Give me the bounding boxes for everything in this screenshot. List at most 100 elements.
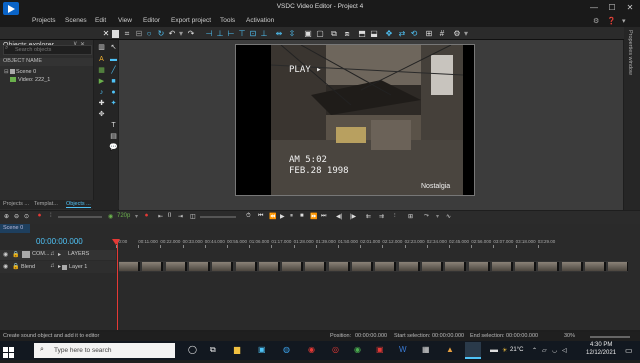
- mark-icon[interactable]: ⁞: [50, 213, 52, 219]
- word-icon[interactable]: W: [399, 345, 407, 354]
- video-tool-icon[interactable]: ▶: [97, 78, 106, 86]
- menu-export-project[interactable]: Export project: [171, 17, 211, 24]
- close-button[interactable]: ✕: [621, 0, 639, 16]
- windows-start-icon[interactable]: [3, 345, 14, 358]
- weather-temp[interactable]: 21°C: [510, 347, 523, 353]
- track-lock-icon[interactable]: 🔒: [12, 263, 19, 270]
- speed-slider[interactable]: [200, 216, 236, 218]
- distribute-v-icon[interactable]: ⇳: [288, 29, 296, 38]
- track-expand-icon[interactable]: ▸: [58, 263, 61, 270]
- menu-projects[interactable]: Projects: [32, 17, 55, 24]
- eye-icon[interactable]: ◉: [3, 251, 8, 258]
- forward-icon[interactable]: ⏩: [310, 213, 317, 220]
- track-audio-icon[interactable]: ♫: [50, 263, 55, 269]
- text-tool-icon[interactable]: A: [97, 56, 106, 64]
- distribute-h-icon[interactable]: ⇹: [275, 29, 283, 38]
- record-circle-icon[interactable]: ○: [145, 29, 153, 38]
- ruler-icon[interactable]: ⊟: [135, 29, 143, 38]
- image-tool-icon[interactable]: ▦: [97, 67, 106, 75]
- tree-item-scene[interactable]: Scene 0: [16, 69, 36, 75]
- split-icon[interactable]: ⫶: [394, 213, 396, 220]
- volume-icon[interactable]: ◁: [562, 347, 567, 354]
- task-view-icon[interactable]: ◯: [188, 345, 197, 354]
- edge-icon[interactable]: ◍: [283, 345, 290, 354]
- media-app-icon[interactable]: ▣: [376, 345, 384, 354]
- tab-projects[interactable]: Projects ...: [3, 201, 29, 207]
- ellipse-tool-icon[interactable]: ●: [109, 89, 118, 97]
- tray-chevron-icon[interactable]: ⌃: [532, 347, 537, 354]
- align-top-icon[interactable]: ⊤: [238, 29, 246, 38]
- layer-down-icon[interactable]: ⬓: [370, 29, 378, 38]
- align-right-icon[interactable]: ⊢: [227, 29, 235, 38]
- grid-icon[interactable]: #: [438, 29, 446, 38]
- rewind-icon[interactable]: ⏪: [269, 213, 276, 220]
- zoom-out-icon[interactable]: ⊖: [14, 213, 19, 220]
- options-dropdown-icon[interactable]: ▾: [462, 29, 470, 38]
- maximize-button[interactable]: ☐: [603, 0, 621, 16]
- app-dark-icon[interactable]: ▬: [490, 345, 498, 354]
- marker-prev-icon[interactable]: ⇇: [366, 213, 371, 220]
- record-tl-icon[interactable]: ⏺: [145, 213, 148, 220]
- tree-collapse-icon[interactable]: ⊟: [4, 69, 9, 75]
- object-name-column-header[interactable]: OBJECT NAME: [0, 58, 93, 66]
- file-explorer-icon[interactable]: ▆: [234, 345, 240, 354]
- menu-tools[interactable]: Tools: [220, 17, 235, 24]
- play-icon[interactable]: ▶: [280, 213, 285, 220]
- zoom-in-icon[interactable]: ⊕: [4, 213, 9, 220]
- quality-dropdown-icon[interactable]: ▾: [135, 213, 138, 220]
- powerpoint-icon[interactable]: ▲: [446, 345, 454, 354]
- marker-next-icon[interactable]: ⇉: [379, 213, 384, 220]
- crop-icon[interactable]: ⌗: [123, 29, 131, 38]
- undo-icon[interactable]: ↶: [168, 29, 176, 38]
- taskbar-search-input[interactable]: Type here to search: [34, 343, 175, 358]
- menu-activation[interactable]: Activation: [246, 17, 274, 24]
- tree-item-video[interactable]: Video: 222_1: [18, 77, 50, 83]
- snap-icon[interactable]: ⊞: [425, 29, 433, 38]
- track-eye-icon[interactable]: ◉: [3, 263, 8, 270]
- weather-icon[interactable]: ☀: [502, 347, 507, 354]
- rectangle-tool-icon[interactable]: ■: [109, 78, 118, 86]
- network-icon[interactable]: ▱: [542, 347, 547, 354]
- undo-dropdown-icon[interactable]: ▾: [177, 29, 185, 38]
- expand-icon[interactable]: ▸: [58, 251, 61, 258]
- stop-icon[interactable]: ⊙: [24, 213, 29, 220]
- clock-date[interactable]: 12/12/2021: [586, 350, 616, 356]
- new-file-icon[interactable]: [112, 30, 119, 38]
- chrome-icon[interactable]: ◉: [354, 345, 361, 354]
- close-tool-icon[interactable]: ✕: [102, 29, 110, 38]
- properties-window-tab[interactable]: Properties window: [627, 30, 633, 75]
- playhead[interactable]: [117, 240, 118, 330]
- layer-up-icon[interactable]: ⬒: [358, 29, 366, 38]
- align-left-icon[interactable]: ⊣: [205, 29, 213, 38]
- move-icon[interactable]: ✥: [385, 29, 393, 38]
- tab-objects[interactable]: Objects ...: [66, 201, 91, 208]
- volume-slider[interactable]: [58, 216, 102, 218]
- frame-forward-icon[interactable]: |▶: [350, 213, 356, 220]
- preview-mode-icon[interactable]: ◉: [108, 213, 113, 220]
- zoom-slider[interactable]: [590, 336, 630, 338]
- loop-icon[interactable]: ◫: [190, 213, 196, 220]
- align-bottom-icon[interactable]: ⊥: [260, 29, 268, 38]
- bring-front-icon[interactable]: ▣: [304, 29, 312, 38]
- settings-icon[interactable]: ⚙: [593, 17, 599, 25]
- line-tool-icon[interactable]: ╱: [109, 67, 118, 75]
- menu-editor[interactable]: Editor: [143, 17, 160, 24]
- align-center-icon[interactable]: ⊥: [216, 29, 224, 38]
- chart-tool-icon[interactable]: ▥: [97, 44, 106, 52]
- effects-tool-icon[interactable]: ✚: [97, 100, 106, 108]
- menu-scenes[interactable]: Scenes: [65, 17, 87, 24]
- blend-mode-label[interactable]: Blend: [21, 264, 35, 270]
- flip-icon[interactable]: ⇄: [398, 29, 406, 38]
- speech-tool-icon[interactable]: 💬: [109, 144, 118, 152]
- ungroup-icon[interactable]: ⧈: [343, 29, 351, 38]
- send-back-icon[interactable]: ▢: [316, 29, 324, 38]
- record-icon[interactable]: ⏺: [38, 213, 41, 220]
- free-shape-tool-icon[interactable]: ✦: [109, 100, 118, 108]
- minimize-button[interactable]: —: [585, 0, 603, 16]
- vsdc-taskbar-icon[interactable]: [465, 342, 481, 359]
- app-red-icon[interactable]: ◉: [308, 345, 315, 354]
- menu-edit[interactable]: Edit: [95, 17, 106, 24]
- video-preview[interactable]: PLAY ▸ AM 5:02 FEB.28 1998 Nostalgia: [271, 45, 463, 195]
- task-view-windows-icon[interactable]: ⧉: [210, 345, 216, 355]
- cut-end-icon[interactable]: ⇥: [178, 213, 183, 220]
